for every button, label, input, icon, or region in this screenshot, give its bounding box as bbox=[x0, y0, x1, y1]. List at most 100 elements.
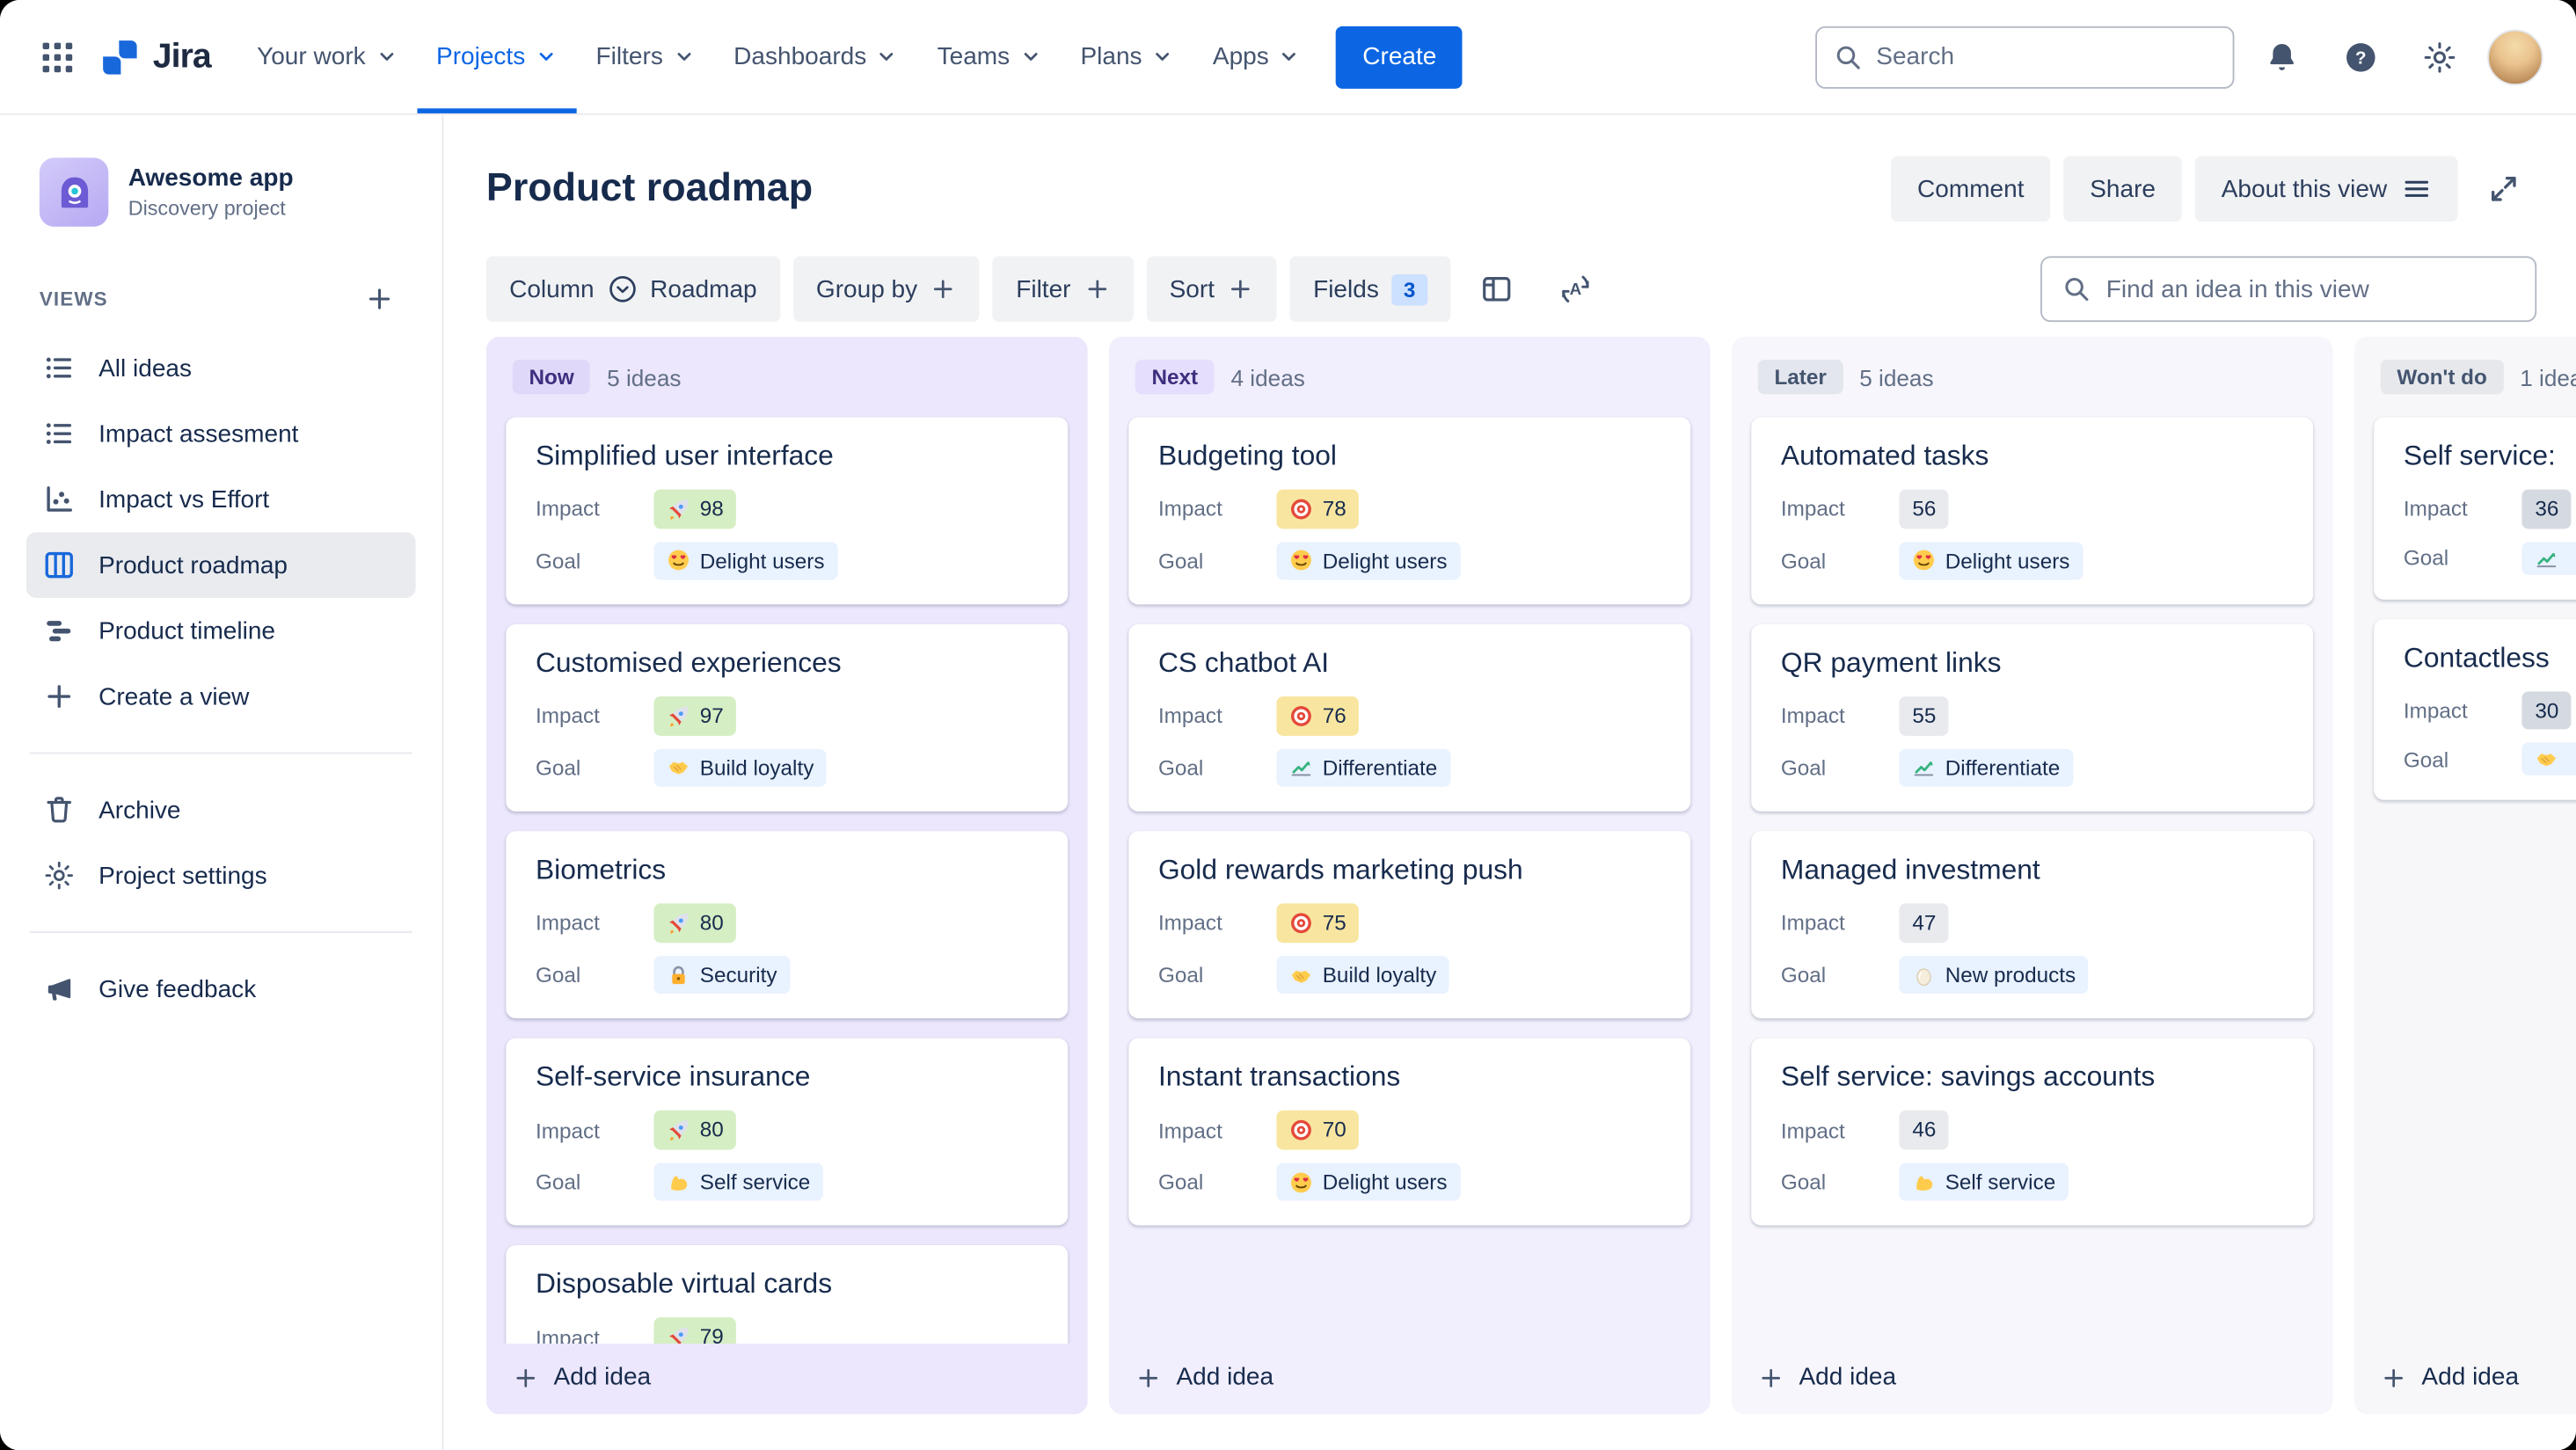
impact-value: 70 bbox=[1322, 1117, 1346, 1142]
impact-value: 30 bbox=[2535, 697, 2559, 723]
help-button[interactable]: ? bbox=[2330, 26, 2392, 88]
column-count: 1 idea bbox=[2520, 363, 2576, 390]
idea-title: Budgeting tool bbox=[1157, 440, 1337, 472]
trash-icon bbox=[43, 793, 76, 826]
add-idea-button[interactable]: Add idea bbox=[486, 1344, 1088, 1414]
idea-card[interactable]: Biometrics Impact 80 Goal Security bbox=[506, 831, 1069, 1019]
nav-item-dashboards[interactable]: Dashboards bbox=[714, 0, 917, 113]
comment-button-label: Comment bbox=[1917, 174, 2025, 203]
view-header-actions: Comment Share About this view bbox=[1891, 156, 2536, 222]
scatter-icon bbox=[43, 483, 76, 515]
sort-rank-button[interactable]: A bbox=[1542, 256, 1608, 322]
sidebar-item-project-settings[interactable]: Project settings bbox=[26, 842, 416, 908]
idea-card[interactable]: Self service: savings accounts Impact 46 Go… bbox=[1751, 1038, 2314, 1227]
sidebar-item-archive[interactable]: Archive bbox=[26, 777, 416, 843]
board-icon bbox=[43, 549, 76, 581]
idea-card[interactable]: Self service: Impact 36 Goal bbox=[2374, 417, 2576, 599]
idea-card[interactable]: Managed investment Impact 47 Goal New produc… bbox=[1751, 831, 2314, 1019]
global-search[interactable] bbox=[1815, 25, 2235, 88]
goal-badge: Self service bbox=[653, 1162, 824, 1202]
create-button[interactable]: Create bbox=[1336, 25, 1463, 88]
give-feedback-button[interactable]: Give feedback bbox=[26, 956, 416, 1022]
goal-badge: Differentiate bbox=[1899, 748, 2074, 788]
nav-item-your-work[interactable]: Your work bbox=[237, 0, 417, 113]
sort-button[interactable]: Sort bbox=[1146, 256, 1277, 323]
idea-card[interactable]: Self-service insurance Impact 80 Goal Self s… bbox=[506, 1038, 1069, 1227]
idea-card[interactable]: Simplified user interface Impact 98 Goal Del… bbox=[506, 417, 1069, 605]
roadmap-board: Now 5 ideas Simplified user interface Impac… bbox=[485, 336, 2576, 1415]
goal-value: Delight users bbox=[699, 548, 825, 573]
idea-card[interactable]: Disposable virtual cards Impact 79 bbox=[506, 1245, 1069, 1344]
impact-value: 47 bbox=[1912, 910, 1937, 936]
sidebar-item-all-ideas[interactable]: All ideas bbox=[26, 335, 416, 401]
jira-logo[interactable]: Jira bbox=[99, 35, 212, 78]
sidebar-divider bbox=[29, 752, 412, 754]
find-idea-input[interactable] bbox=[2105, 274, 2515, 303]
find-idea-search[interactable] bbox=[2040, 256, 2537, 323]
goal-label: Goal bbox=[1157, 548, 1204, 573]
goal-value: Delight users bbox=[1945, 548, 2070, 573]
nav-item-teams[interactable]: Teams bbox=[917, 0, 1061, 113]
fullscreen-button[interactable] bbox=[2470, 156, 2536, 222]
group-by-button[interactable]: Group by bbox=[792, 256, 981, 323]
sidebar-item-create-a-view[interactable]: Create a view bbox=[26, 664, 416, 730]
add-view-button[interactable] bbox=[356, 276, 402, 322]
impact-row: Impact 75 bbox=[1158, 903, 1661, 943]
impact-label: Impact bbox=[2403, 496, 2468, 521]
column-status-badge: Later bbox=[1757, 360, 1843, 395]
idea-card[interactable]: CS chatbot AI Impact 76 Goal Differentiate bbox=[1128, 624, 1691, 812]
goal-label: Goal bbox=[1157, 755, 1204, 781]
global-search-input[interactable] bbox=[1876, 42, 2216, 71]
impact-value: 80 bbox=[699, 1117, 724, 1142]
fields-label: Fields bbox=[1313, 274, 1379, 303]
sidebar-item-label: Product timeline bbox=[99, 616, 276, 645]
add-idea-button[interactable]: Add idea bbox=[1732, 1344, 2333, 1414]
board-column-next: Next 4 ideas Budgeting tool Impact 78 Goal Del… bbox=[1108, 336, 1711, 1415]
comment-button[interactable]: Comment bbox=[1891, 156, 2051, 222]
goal-badge: Self service bbox=[1899, 1162, 2069, 1202]
column-header: Next 4 ideas bbox=[1109, 337, 1711, 414]
nav-item-projects[interactable]: Projects bbox=[416, 0, 577, 113]
lock-icon bbox=[667, 964, 690, 987]
nav-item-plans[interactable]: Plans bbox=[1061, 0, 1193, 113]
notifications-button[interactable] bbox=[2251, 26, 2313, 88]
add-idea-button[interactable]: Add idea bbox=[2354, 1344, 2576, 1414]
goal-badge: Delight users bbox=[1899, 541, 2083, 580]
handshake-icon bbox=[2535, 747, 2558, 770]
user-avatar[interactable] bbox=[2487, 28, 2543, 85]
idea-card[interactable]: Automated tasks Impact 56 Goal Delight users bbox=[1751, 417, 2314, 605]
share-button[interactable]: Share bbox=[2063, 156, 2182, 222]
sidebar-item-label: Create a view bbox=[99, 682, 250, 710]
idea-card[interactable]: Budgeting tool Impact 78 Goal Delight users bbox=[1128, 417, 1691, 605]
goal-value: Build loyalty bbox=[699, 754, 814, 780]
chart-up-icon bbox=[2535, 546, 2558, 569]
idea-card[interactable]: Customised experiences Impact 97 Goal Build … bbox=[506, 624, 1069, 812]
fields-button[interactable]: Fields 3 bbox=[1289, 256, 1450, 323]
idea-card[interactable]: Gold rewards marketing push Impact 75 Goal B… bbox=[1128, 831, 1691, 1019]
project-header[interactable]: Awesome app Discovery project bbox=[26, 157, 416, 227]
app-switcher-button[interactable] bbox=[26, 26, 89, 88]
sidebar-item-label: Archive bbox=[99, 796, 181, 824]
nav-item-apps[interactable]: Apps bbox=[1193, 0, 1319, 113]
impact-badge: 47 bbox=[1899, 903, 1950, 943]
settings-button[interactable] bbox=[2408, 26, 2470, 88]
chart-up-icon bbox=[1912, 756, 1935, 779]
impact-label: Impact bbox=[1157, 496, 1222, 521]
goal-row: Goal Delight users bbox=[1781, 541, 2284, 580]
idea-card[interactable]: Contactless Impact 30 Goal bbox=[2374, 618, 2576, 800]
sidebar-item-impact-vs-effort[interactable]: Impact vs Effort bbox=[26, 467, 416, 533]
idea-card[interactable]: QR payment links Impact 55 Goal Differentiat… bbox=[1751, 624, 2314, 812]
egg-icon bbox=[1912, 964, 1935, 987]
nav-item-filters[interactable]: Filters bbox=[576, 0, 714, 113]
idea-card[interactable]: Instant transactions Impact 70 Goal Delight … bbox=[1128, 1038, 1691, 1227]
column-status-badge: Won't do bbox=[2380, 360, 2504, 395]
add-idea-button[interactable]: Add idea bbox=[1109, 1344, 1711, 1414]
impact-badge: 78 bbox=[1276, 489, 1360, 528]
sidebar-item-product-timeline[interactable]: Product timeline bbox=[26, 598, 416, 664]
board-settings-button[interactable] bbox=[1463, 256, 1529, 322]
column-selector[interactable]: Column Roadmap bbox=[485, 256, 780, 323]
about-view-button[interactable]: About this view bbox=[2194, 156, 2458, 222]
sidebar-item-product-roadmap[interactable]: Product roadmap bbox=[26, 532, 416, 598]
filter-button[interactable]: Filter bbox=[993, 256, 1134, 323]
sidebar-item-impact-assesment[interactable]: Impact assesment bbox=[26, 401, 416, 467]
